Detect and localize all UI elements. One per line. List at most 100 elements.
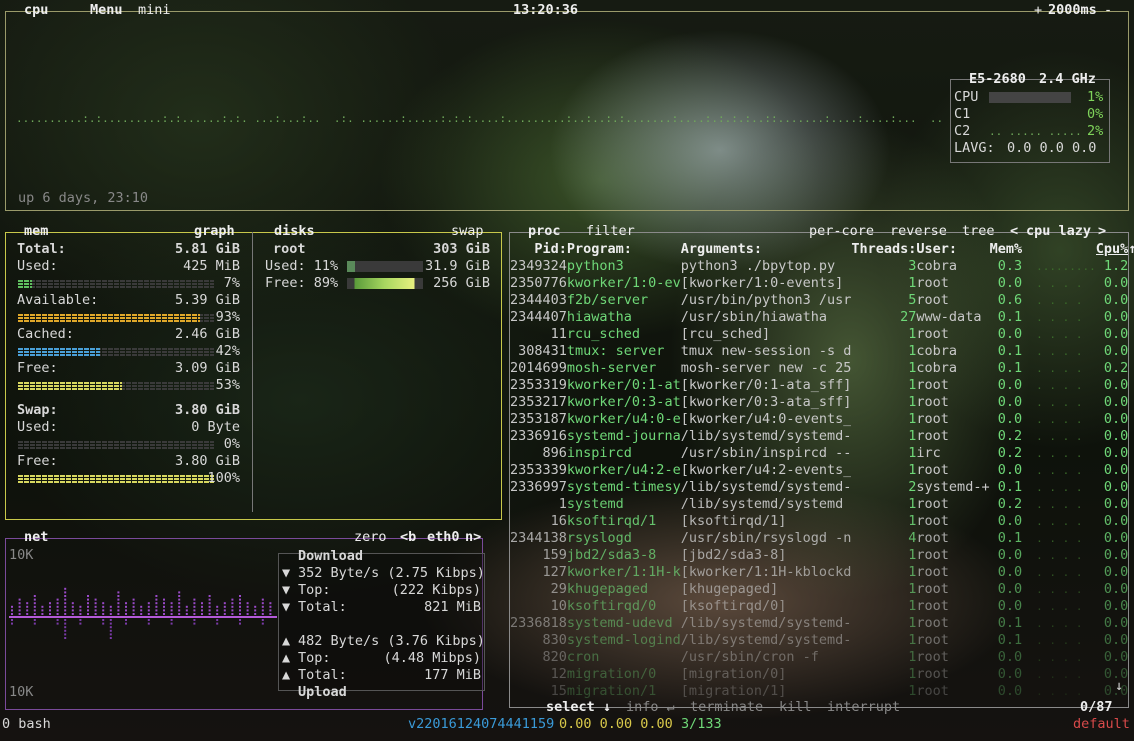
process-row[interactable]: 2336916 systemd-journa/lib/systemd/system… <box>510 428 1134 445</box>
info-button[interactable]: info ↵ <box>624 699 677 716</box>
process-graph: . . . . <box>1036 311 1083 324</box>
process-threads: 1 <box>908 462 917 478</box>
process-row[interactable]: 2353319 kworker/0:1-at [kworker/0:1-ata_sf… <box>510 377 1134 394</box>
net-graph-dot <box>163 613 165 615</box>
kill-button[interactable]: kill <box>777 699 814 716</box>
process-program: kworker/u4:2-e <box>566 462 681 478</box>
iface-prev-button[interactable]: <b <box>398 529 418 546</box>
process-table: Pid: Program: Arguments: Threads: User: … <box>510 241 1134 700</box>
process-row[interactable]: 2344403 f2b/server/usr/bin/python3 /usr 5 r… <box>510 292 1134 309</box>
terminate-button[interactable]: terminate <box>688 699 765 716</box>
up-top-label: Top: <box>298 650 331 666</box>
rate-increase-button[interactable]: + <box>1032 2 1044 19</box>
reverse-toggle[interactable]: reverse <box>888 223 949 240</box>
sort-next-button[interactable]: > <box>1096 223 1108 240</box>
process-mem: 0.0 <box>997 683 1023 699</box>
process-row[interactable]: 2353187 kworker/u4:0-e [kworker/u4:0-event… <box>510 411 1134 428</box>
scroll-down-icon[interactable]: ↓ <box>1115 678 1123 695</box>
process-threads: 1 <box>908 666 917 682</box>
net-graph-dot <box>147 622 150 625</box>
net-graph-dot <box>208 613 211 615</box>
process-graph: . . . . <box>1036 413 1083 426</box>
down-total: 821 MiB <box>424 599 481 615</box>
mini-toggle[interactable]: mini <box>136 2 173 19</box>
process-row[interactable]: 1 systemd/lib/systemd/systemd 1 root 0.2. . … <box>510 496 1134 513</box>
col-user[interactable]: User: <box>916 241 989 258</box>
zero-toggle[interactable]: zero <box>352 529 389 546</box>
process-row[interactable]: 2344407 hiawatha/usr/sbin/hiawatha 27 www-d… <box>510 309 1134 326</box>
process-args: [kworker/1:1H-kblockd <box>680 564 852 580</box>
process-row[interactable]: 2353217 kworker/0:3-at [kworker/0:3-ata_sf… <box>510 394 1134 411</box>
net-graph-dot <box>193 619 196 621</box>
mem-row-label: Free: <box>17 360 58 376</box>
process-pid: 29 <box>550 581 567 597</box>
scroll-up-icon[interactable]: ↑ <box>1128 241 1134 258</box>
process-row[interactable]: 10 ksoftirqd/0 [ksoftirqd/0] 1 root 0.0 . . . … <box>510 598 1134 615</box>
process-row[interactable]: 820 cron/usr/sbin/cron -f 1 root 0.0 . . . . 0… <box>510 649 1134 666</box>
process-cpu: 0.0 <box>1103 564 1129 580</box>
col-arguments[interactable]: Arguments: <box>681 241 852 258</box>
process-args: /lib/systemd/systemd <box>680 496 844 512</box>
process-args: /usr/sbin/hiawatha <box>680 309 828 325</box>
process-row[interactable]: 2014699 mosh-server mosh-server new -c 25 1… <box>510 360 1134 377</box>
process-args: [kworker/0:3-ata_sff] <box>680 394 852 410</box>
process-row[interactable]: 2353339 kworker/u4:2-e [kworker/u4:2-event… <box>510 462 1134 479</box>
col-cpu[interactable]: Cpu% <box>1096 241 1129 258</box>
net-graph-dot <box>56 613 59 615</box>
process-row[interactable]: 2350776 kworker/1:0-ev [kworker/1:0-events… <box>510 275 1134 292</box>
iface-next-button[interactable]: n> <box>463 529 483 546</box>
tmux-window[interactable]: 0 bash <box>2 716 51 733</box>
net-graph-dot <box>64 591 67 594</box>
process-row[interactable]: 896 inspircd/usr/sbin/inspircd -- 1 irc 0.2.… <box>510 445 1134 462</box>
process-row[interactable]: 159 jbd2/sda3-8 [jbd2/sda3-8] 1 root 0.0 . . .… <box>510 547 1134 564</box>
process-row[interactable]: 127 kworker/1:1H-k [kworker/1:1H-kblockd 1 r… <box>510 564 1134 581</box>
select-button[interactable]: select ↓ <box>544 699 613 716</box>
iface-name: eth0 <box>427 529 460 545</box>
menu-button[interactable]: Menu <box>88 2 125 19</box>
process-mem: 0.0 <box>997 649 1023 665</box>
net-graph-dot <box>102 613 105 615</box>
process-row[interactable]: 830 systemd-logind/lib/systemd/systemd- 1 r… <box>510 632 1134 649</box>
process-row[interactable]: 308431 tmux: server tmux new-session -s d 1… <box>510 343 1134 360</box>
filter-button[interactable]: filter <box>584 223 637 240</box>
per-core-toggle[interactable]: per-core <box>807 223 876 240</box>
process-row[interactable]: 15 migration/1 [migration/1] 1 root 0.0 . . . … <box>510 683 1134 700</box>
process-row[interactable]: 29 khugepaged [khugepaged] 1 root 0.0 . . . . 0… <box>510 581 1134 598</box>
net-graph-dot <box>26 609 29 612</box>
sort-prev-button[interactable]: < <box>1008 223 1020 240</box>
net-graph-dot <box>71 609 74 612</box>
process-cpu: 0.0 <box>1103 411 1129 427</box>
process-graph: . . . . <box>1036 447 1083 460</box>
col-pid[interactable]: Pid: <box>510 241 567 258</box>
process-graph: . . . . <box>1036 566 1083 579</box>
interrupt-button[interactable]: interrupt <box>825 699 902 716</box>
mem-row-label: Available: <box>17 292 99 308</box>
process-row[interactable]: 16 ksoftirqd/1 [ksoftirqd/1] 1 root 0.0 . . . … <box>510 513 1134 530</box>
rate-decrease-button[interactable]: - <box>1102 2 1114 19</box>
process-row[interactable]: 2336997 systemd-timesy/lib/systemd/system… <box>510 479 1134 496</box>
col-threads[interactable]: Threads: <box>851 241 916 258</box>
process-threads: 1 <box>908 564 917 580</box>
core2-graph: .. ..... ..... <box>989 125 1082 138</box>
net-graph-dot <box>155 609 158 612</box>
process-program: kworker/0:3-at <box>566 394 681 410</box>
process-cpu: 0.0 <box>1103 598 1129 614</box>
process-mem: 0.1 <box>997 343 1023 359</box>
process-row[interactable]: 2349324 python3 python3 ./bpytop.py 3 cobra 0… <box>510 258 1134 275</box>
tree-toggle[interactable]: tree <box>960 223 997 240</box>
disks-title: disks <box>274 223 315 239</box>
net-graph-dot <box>140 609 143 612</box>
net-graph-dot <box>254 605 257 608</box>
net-graph-dot <box>79 622 82 625</box>
graph-toggle[interactable]: graph <box>192 223 237 240</box>
process-row[interactable]: 12 migration/0 [migration/0] 1 root 0.0 . . . … <box>510 666 1134 683</box>
process-row[interactable]: 2336818 systemd-udevd/lib/systemd/systemd… <box>510 615 1134 632</box>
col-program[interactable]: Program: <box>567 241 681 258</box>
process-row[interactable]: 2344138 rsyslogd/usr/sbin/rsyslogd -n 4 roo… <box>510 530 1134 547</box>
col-mem[interactable]: Mem% <box>990 241 1023 258</box>
process-cpu: 0.0 <box>1103 462 1129 478</box>
process-program: systemd <box>566 496 624 512</box>
process-row[interactable]: 11 rcu_sched [rcu_sched] 1 root 0.0 . . . . 0.0 <box>510 326 1134 343</box>
swap-toggle[interactable]: swap <box>449 223 486 240</box>
mem-row-meter <box>18 313 214 322</box>
